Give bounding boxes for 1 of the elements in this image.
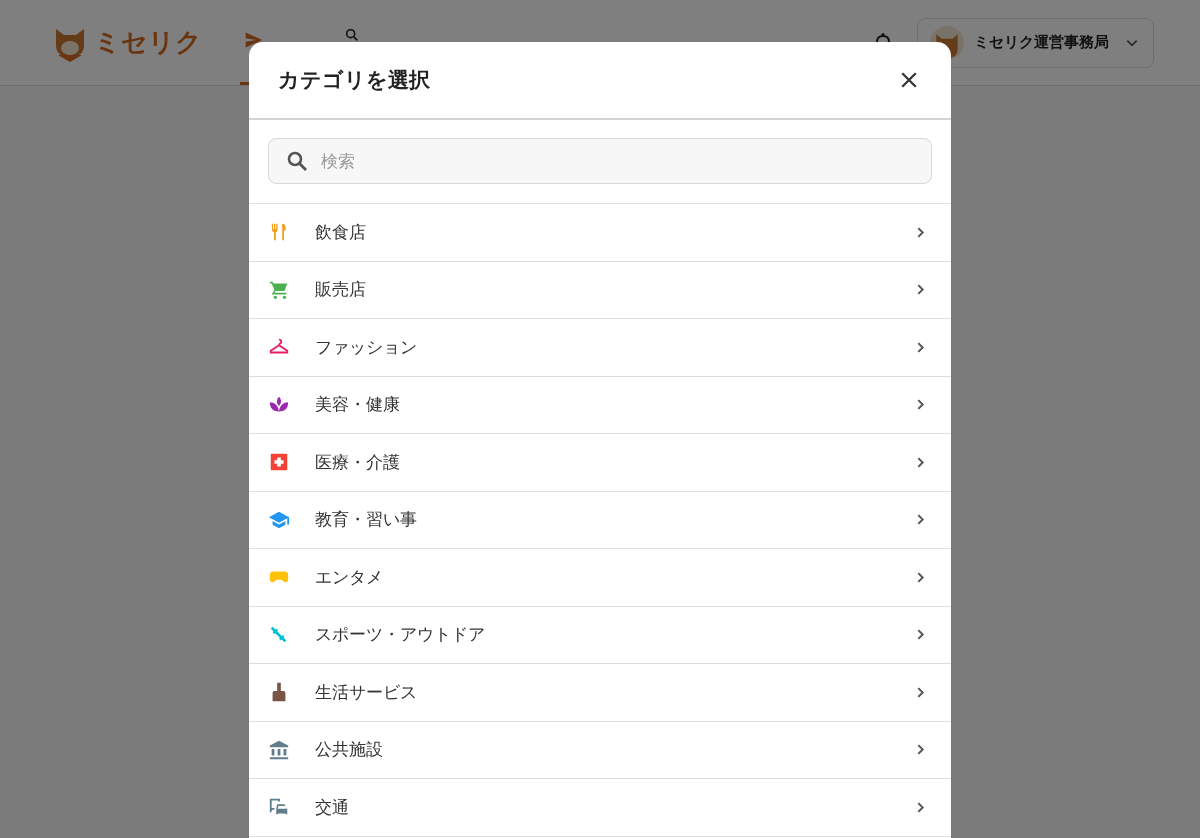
- dialog-title: カテゴリを選択: [278, 67, 430, 94]
